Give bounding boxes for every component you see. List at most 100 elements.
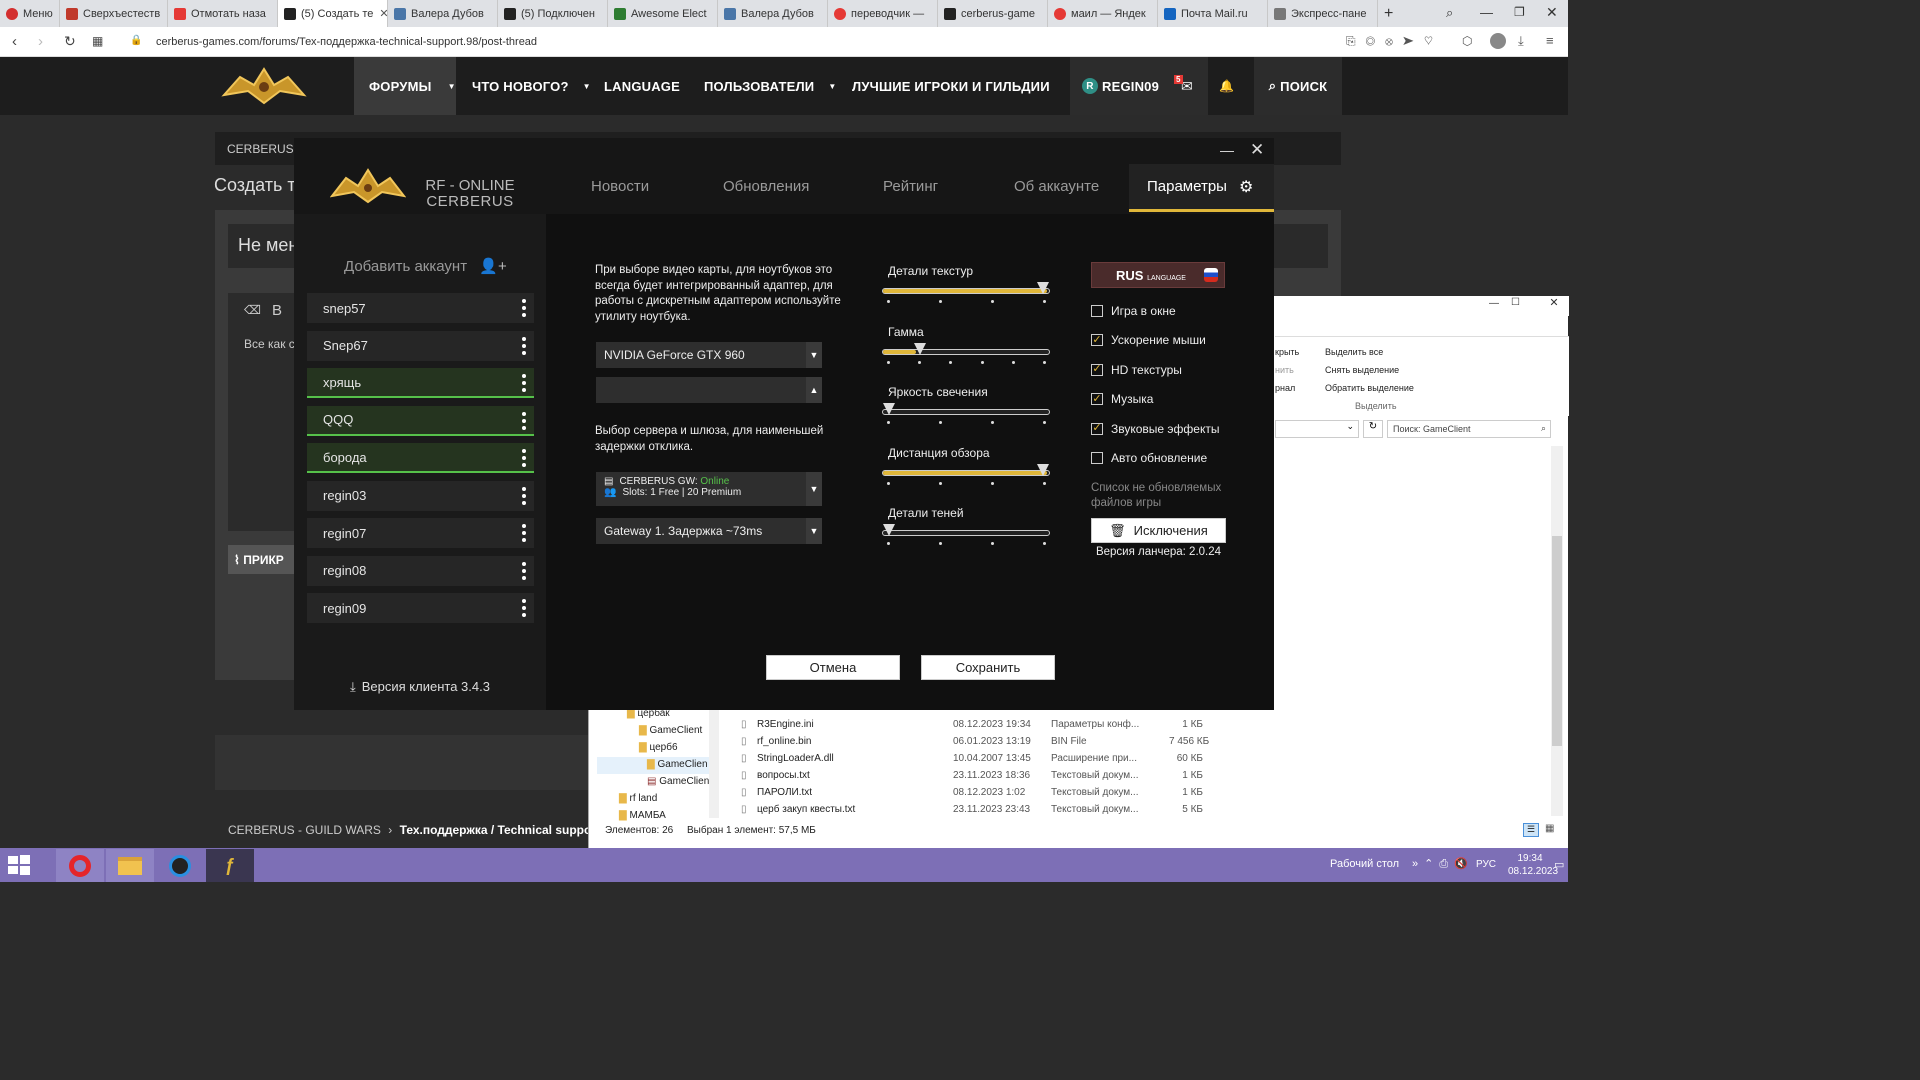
add-account-button[interactable]: Добавить аккаунт 👤+ xyxy=(344,257,507,275)
slider-thumb[interactable] xyxy=(883,524,895,536)
nav-alerts[interactable]: 🔔 xyxy=(1208,57,1246,115)
tree-item[interactable]: ▇ GameClient xyxy=(639,725,702,736)
tab-12[interactable]: Экспресс-пане xyxy=(1268,0,1378,27)
close-icon[interactable]: ✕ xyxy=(1539,296,1569,314)
tree-item[interactable]: ▇ rf land xyxy=(619,793,657,804)
download-icon[interactable]: ⤓ xyxy=(1518,33,1524,49)
file-row[interactable]: ▯ StringLoaderA.dll 10.04.2007 13:45 Расшир… xyxy=(739,751,1379,768)
breadcrumb-section[interactable]: Тех.поддержка / Technical support xyxy=(400,823,600,837)
option-checkbox[interactable]: ✓ HD текстуры xyxy=(1091,363,1182,377)
exclusions-button[interactable]: 🗑 Исключения xyxy=(1091,518,1226,543)
forward-icon[interactable]: › xyxy=(38,33,43,50)
checkbox[interactable]: ✓ xyxy=(1091,363,1103,376)
tab-7[interactable]: Валера Дубов xyxy=(718,0,828,27)
search-tabs-icon[interactable]: ⌕ xyxy=(1446,5,1453,21)
account-item[interactable]: regin08 xyxy=(307,555,534,586)
scrollbar-thumb[interactable] xyxy=(1552,536,1562,746)
tab-rating[interactable]: Рейтинг xyxy=(883,160,938,212)
close-window-button[interactable]: ✕ xyxy=(1546,4,1558,21)
tabs-grid-icon[interactable]: ▦ xyxy=(92,34,103,48)
slider-thumb[interactable] xyxy=(1037,463,1049,476)
tiles-view-icon[interactable]: ▦ xyxy=(1545,823,1554,834)
new-tab-button[interactable]: + xyxy=(1378,0,1408,27)
nav-top-players[interactable]: ЛУЧШИЕ ИГРОКИ И ГИЛЬДИИ xyxy=(852,57,1050,115)
tab-11[interactable]: Почта Mail.ru xyxy=(1158,0,1268,27)
extensions-icon[interactable]: ⬡ xyxy=(1462,34,1472,48)
more-vertical-icon[interactable] xyxy=(522,336,526,355)
language-button[interactable]: RUS LANGUAGE xyxy=(1091,262,1225,288)
checkbox[interactable]: ✓ xyxy=(1091,334,1103,347)
more-vertical-icon[interactable] xyxy=(522,524,526,542)
start-button[interactable] xyxy=(6,853,32,877)
close-tab-icon[interactable]: ✕ xyxy=(379,7,387,20)
tab-active-forum[interactable]: (5) Создать те ✕ xyxy=(278,0,388,27)
server-select[interactable]: ▤ CERBERUS GW: Online 👥 Slots: 1 Free | 20… xyxy=(596,472,822,506)
tab-6[interactable]: Awesome Elect xyxy=(608,0,718,27)
secondary-select[interactable]: ▲ xyxy=(596,377,822,403)
desktop-toolbar[interactable]: Рабочий стол xyxy=(1330,858,1399,870)
tab-updates[interactable]: Обновления xyxy=(723,160,809,212)
tab-settings[interactable]: Параметры ⚙ xyxy=(1129,164,1274,212)
maximize-icon[interactable]: ☐ xyxy=(1511,297,1520,308)
tab-news[interactable]: Новости xyxy=(591,160,649,212)
tab-2[interactable]: Отмотать наза xyxy=(168,0,278,27)
tray-icons[interactable]: »⌃⎙🔇 xyxy=(1412,857,1474,871)
tab-1[interactable]: Сверхъестеств xyxy=(60,0,168,27)
more-vertical-icon[interactable] xyxy=(522,486,526,505)
more-vertical-icon[interactable] xyxy=(522,561,526,580)
tab-5[interactable]: (5) Подключен xyxy=(498,0,608,27)
tree-scrollbar[interactable] xyxy=(709,710,719,818)
details-view-icon[interactable]: ☰ xyxy=(1523,823,1539,837)
nav-search[interactable]: ⌕ ПОИСК xyxy=(1254,57,1342,115)
option-checkbox[interactable]: ✓ Ускорение мыши xyxy=(1091,333,1206,347)
more-vertical-icon[interactable] xyxy=(522,374,526,392)
slider-thumb[interactable] xyxy=(914,342,926,355)
graphics-slider[interactable] xyxy=(882,463,1050,485)
checkbox[interactable]: ✓ xyxy=(1091,393,1103,406)
minimize-icon[interactable]: — xyxy=(1489,298,1499,309)
ribbon-history[interactable]: рнал xyxy=(1275,383,1295,393)
graphics-slider[interactable] xyxy=(882,524,1050,545)
tab-10[interactable]: маил — Яндек xyxy=(1048,0,1158,27)
reload-icon[interactable]: ↻ xyxy=(64,33,76,50)
bold-icon[interactable]: B xyxy=(272,302,282,319)
invert-selection-button[interactable]: Обратить выделение xyxy=(1325,383,1414,393)
attach-files-button[interactable]: ⌇ ПРИКР xyxy=(228,545,298,574)
menu-icon[interactable]: ≡ xyxy=(1546,33,1554,48)
launcher-taskbar-icon[interactable]: ƒ xyxy=(206,849,254,882)
scrollbar[interactable] xyxy=(1551,446,1563,816)
tab-account[interactable]: Об аккаунте xyxy=(1014,160,1099,212)
more-vertical-icon[interactable] xyxy=(522,411,526,430)
avatar[interactable] xyxy=(1490,33,1506,49)
account-item[interactable]: борода xyxy=(307,443,534,473)
cancel-button[interactable]: Отмена xyxy=(766,655,900,680)
ribbon-open[interactable]: крыть xyxy=(1275,347,1299,357)
nav-whats-new[interactable]: ЧТО НОВОГО? ▼ xyxy=(472,57,591,115)
minimize-icon[interactable]: — xyxy=(1220,142,1234,158)
file-row[interactable]: ▯ церб закуп квесты.txt 23.11.2023 23:43 Те… xyxy=(739,802,1379,819)
clock[interactable]: 19:34 08.12.2023 xyxy=(1508,852,1558,878)
account-item[interactable]: regin03 xyxy=(307,480,534,511)
select-all-button[interactable]: Выделить все xyxy=(1325,347,1383,357)
input-language[interactable]: РУС xyxy=(1476,859,1496,870)
gpu-select[interactable]: NVIDIA GeForce GTX 960 ▼ xyxy=(596,342,822,368)
select-none-button[interactable]: Снять выделение xyxy=(1325,365,1399,375)
save-button[interactable]: Сохранить xyxy=(921,655,1055,680)
toolbar-icons[interactable]: ⎘◎⊗➤♡ xyxy=(1346,34,1443,49)
gateway-select[interactable]: Gateway 1. Задержка ~73ms ▼ xyxy=(596,518,822,544)
option-checkbox[interactable]: Авто обновление xyxy=(1091,451,1207,465)
checkbox[interactable] xyxy=(1091,452,1103,464)
option-checkbox[interactable]: Игра в окне xyxy=(1091,304,1176,318)
account-item[interactable]: хрящь xyxy=(307,368,534,398)
file-row[interactable]: ▯ вопросы.txt 23.11.2023 18:36 Текстовый до… xyxy=(739,768,1379,785)
url-field[interactable]: cerberus-games.com/forums/Тех-поддержка-… xyxy=(156,36,537,48)
file-row[interactable]: ▯ R3Engine.ini 08.12.2023 19:34 Параметры к… xyxy=(739,717,1379,734)
graphics-slider[interactable] xyxy=(882,342,1050,364)
nav-users[interactable]: ПОЛЬЗОВАТЕЛИ ▼ xyxy=(704,57,836,115)
graphics-slider[interactable] xyxy=(882,403,1050,424)
tab-4[interactable]: Валера Дубов xyxy=(388,0,498,27)
tree-item[interactable]: ▤ GameClien xyxy=(647,776,709,787)
tree-item[interactable]: ▇ МАМБА xyxy=(619,810,666,821)
tree-item-selected[interactable]: ▇ GameClien xyxy=(597,757,711,774)
option-checkbox[interactable]: ✓ Музыка xyxy=(1091,392,1153,406)
